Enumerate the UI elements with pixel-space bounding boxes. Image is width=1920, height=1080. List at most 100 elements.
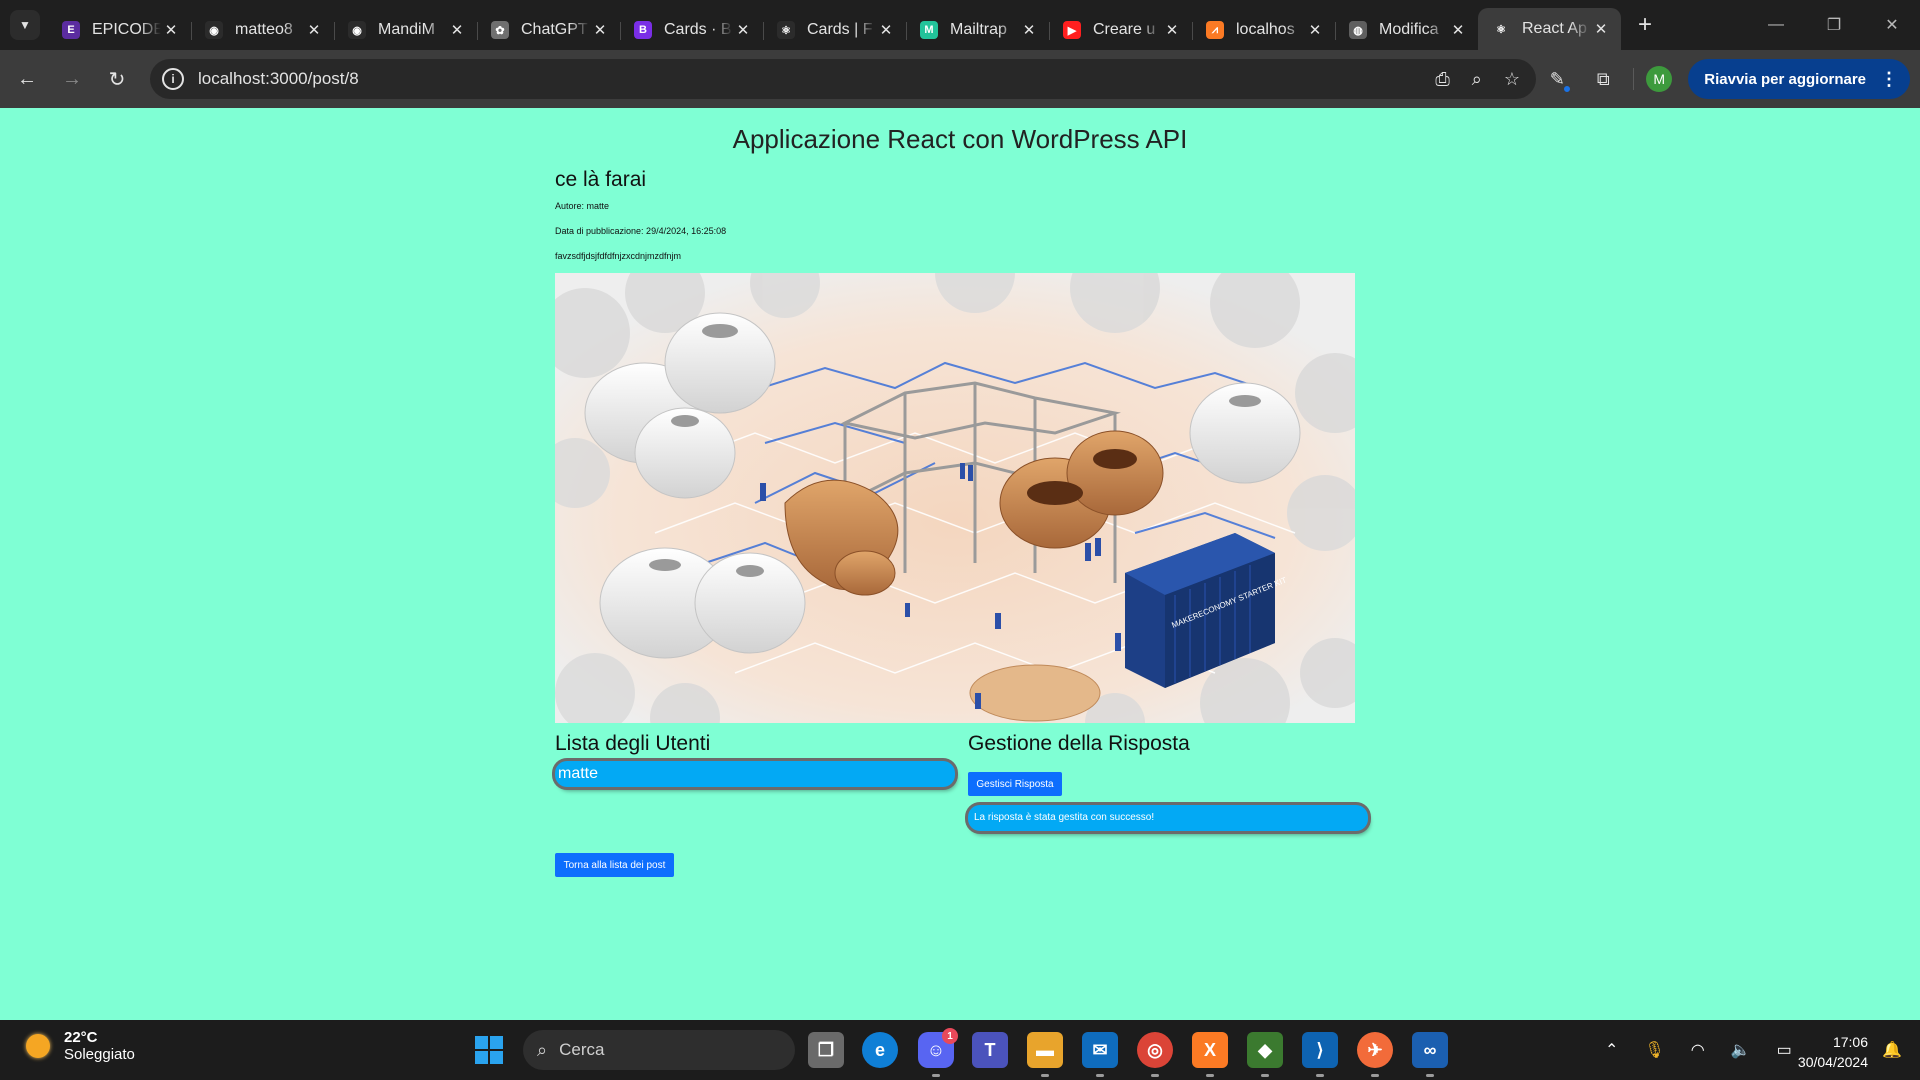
reload-icon: ↻ <box>108 68 126 91</box>
url-text[interactable]: localhost:3000/post/8 <box>198 69 359 89</box>
browser-tab[interactable]: E EPICODE ✕ <box>48 10 191 50</box>
post-featured-image: MAKERECONOMY STARTER KIT <box>555 273 1355 723</box>
browser-tab[interactable]: ◉ MandiM ✕ <box>334 10 477 50</box>
battery-icon[interactable]: ▭ <box>1777 1040 1792 1060</box>
zoom-icon[interactable]: ⌕ <box>1472 69 1482 90</box>
mail-app[interactable]: ✉ <box>1082 1032 1118 1077</box>
minimize-button[interactable]: — <box>1748 0 1804 50</box>
volume-icon[interactable]: 🔈 <box>1731 1040 1751 1060</box>
tab-close-icon[interactable]: ✕ <box>590 21 610 39</box>
new-tab-button[interactable]: + <box>1629 9 1661 41</box>
tab-title: React Ap <box>1522 20 1587 37</box>
mail-icon: ✉ <box>1092 1039 1108 1060</box>
windows-logo-icon <box>475 1036 503 1064</box>
browser-tab[interactable]: ◉ matteo8 ✕ <box>191 10 334 50</box>
more-menu-icon: ⋮ <box>1880 68 1898 89</box>
tab-close-icon[interactable]: ✕ <box>1448 21 1468 39</box>
postman-app[interactable]: ✈ <box>1357 1032 1393 1077</box>
tab-close-icon[interactable]: ✕ <box>1162 21 1182 39</box>
manage-response-button[interactable]: Gestisci Risposta <box>968 772 1062 796</box>
install-app-icon[interactable]: ⎙ <box>1435 69 1449 90</box>
running-indicator <box>1261 1074 1269 1077</box>
forward-button[interactable]: → <box>54 61 90 97</box>
browser-tab[interactable]: ⚛ Cards | F ✕ <box>763 10 906 50</box>
postman-icon: ✈ <box>1367 1039 1383 1060</box>
system-clock[interactable]: 17:06 30/04/2024 <box>1798 1032 1868 1072</box>
tab-title: Cards | F <box>807 21 873 38</box>
back-button[interactable]: ← <box>9 61 45 97</box>
teams-icon: T <box>984 1039 996 1060</box>
reload-button[interactable]: ↻ <box>99 61 135 97</box>
search-icon: ⌕ <box>537 1039 548 1060</box>
taskbar-search[interactable]: ⌕ Cerca <box>523 1030 795 1070</box>
tab-close-icon[interactable]: ✕ <box>161 21 181 39</box>
xampp-icon: ⩘ <box>1206 21 1224 39</box>
toolbar-divider <box>1633 68 1635 90</box>
wifi-icon[interactable]: ◠ <box>1691 1040 1705 1060</box>
file-explorer-app[interactable]: ▬ <box>1027 1032 1063 1077</box>
toolbar-right: ✎ ⧉ M Riavvia per aggiornare ⋮ <box>1539 50 1920 108</box>
github-icon: ◉ <box>348 21 366 39</box>
extensions-button[interactable]: ⧉ <box>1585 61 1621 97</box>
browser-tab[interactable]: B Cards · B ✕ <box>620 10 763 50</box>
tab-title: EPICODE <box>92 21 161 38</box>
tab-title: ChatGPT <box>521 21 588 38</box>
tab-close-icon[interactable]: ✕ <box>304 21 324 39</box>
globe-icon: ◍ <box>1349 21 1367 39</box>
tab-title: Cards · B <box>664 21 732 38</box>
bookmark-star-icon[interactable]: ☆ <box>1504 69 1520 90</box>
xampp-app[interactable]: X <box>1192 1032 1228 1077</box>
puzzle-icon: ⧉ <box>1596 68 1610 89</box>
vscode-app[interactable]: ⟩ <box>1302 1032 1338 1077</box>
tab-title: Creare u <box>1093 21 1156 38</box>
site-info-icon[interactable]: i <box>162 68 184 90</box>
chevron-up-icon[interactable]: ⌃ <box>1605 1040 1618 1060</box>
chatgpt-icon: ✿ <box>491 21 509 39</box>
chrome-app[interactable]: ◎ <box>1137 1032 1173 1077</box>
tab-list: E EPICODE ✕ ◉ matteo8 ✕ ◉ MandiM ✕ ✿ ChatGPT ✕ B Card… <box>48 0 1621 50</box>
browser-tab[interactable]: ⚛ React Ap ✕ <box>1478 8 1621 50</box>
tab-close-icon[interactable]: ✕ <box>733 21 753 39</box>
tab-close-icon[interactable]: ✕ <box>447 21 467 39</box>
close-icon: ✕ <box>1885 17 1899 34</box>
update-label: Riavvia per aggiornare <box>1704 70 1866 88</box>
post-date: Data di pubblicazione: 29/4/2024, 16:25:… <box>555 226 727 236</box>
vscode-icon: ⟩ <box>1316 1039 1324 1060</box>
app-title: Applicazione React con WordPress API <box>732 124 1188 154</box>
react-icon: ⚛ <box>1492 20 1510 38</box>
update-button[interactable]: Riavvia per aggiornare ⋮ <box>1688 59 1910 99</box>
running-indicator <box>1151 1074 1159 1077</box>
notification-button[interactable]: 🔔 <box>1882 1020 1902 1080</box>
address-bar[interactable]: i localhost:3000/post/8 ⎙ ⌕ ☆ <box>150 59 1536 99</box>
browser-tab[interactable]: ✿ ChatGPT ✕ <box>477 10 620 50</box>
browser-tab[interactable]: ◍ Modifica ✕ <box>1335 10 1478 50</box>
post-content: favzsdfjdsjfdfdfnjzxcdnjmzdfnjm <box>555 251 682 261</box>
microphone-icon[interactable]: 🎙 <box>1644 1040 1664 1060</box>
tab-search-button[interactable]: ▼ <box>10 10 40 40</box>
weather-description: Soleggiato <box>64 1046 135 1063</box>
edge-app[interactable]: e <box>862 1032 898 1068</box>
teams-app[interactable]: T <box>972 1032 1008 1068</box>
weather-widget[interactable]: 22°C Soleggiato <box>26 1029 135 1063</box>
tab-close-icon[interactable]: ✕ <box>876 21 896 39</box>
vs-app[interactable]: ∞ <box>1412 1032 1448 1077</box>
bell-icon: 🔔 <box>1882 1042 1902 1059</box>
restore-button[interactable]: ❐ <box>1806 0 1862 50</box>
profile-avatar[interactable]: M <box>1646 66 1673 92</box>
discord-app[interactable]: ☺ 1 <box>918 1028 958 1077</box>
task-view-button[interactable]: ❐ <box>808 1032 844 1068</box>
start-button[interactable] <box>471 1032 507 1068</box>
close-window-button[interactable]: ✕ <box>1864 0 1920 50</box>
featured-illustration: MAKERECONOMY STARTER KIT <box>555 273 1355 723</box>
edit-extension-button[interactable]: ✎ <box>1539 61 1575 97</box>
tab-close-icon[interactable]: ✕ <box>1019 21 1039 39</box>
user-list-item[interactable]: matte <box>555 761 955 787</box>
back-to-posts-button[interactable]: Torna alla lista dei post <box>555 853 674 877</box>
git-app[interactable]: ◆ <box>1247 1032 1283 1077</box>
browser-tab[interactable]: ▶ Creare u ✕ <box>1049 10 1192 50</box>
running-indicator <box>1206 1074 1214 1077</box>
tab-close-icon[interactable]: ✕ <box>1305 21 1325 39</box>
browser-tab[interactable]: ⩘ localhos ✕ <box>1192 10 1335 50</box>
browser-tab[interactable]: M Mailtrap ✕ <box>906 10 1049 50</box>
tab-close-icon[interactable]: ✕ <box>1591 20 1611 38</box>
